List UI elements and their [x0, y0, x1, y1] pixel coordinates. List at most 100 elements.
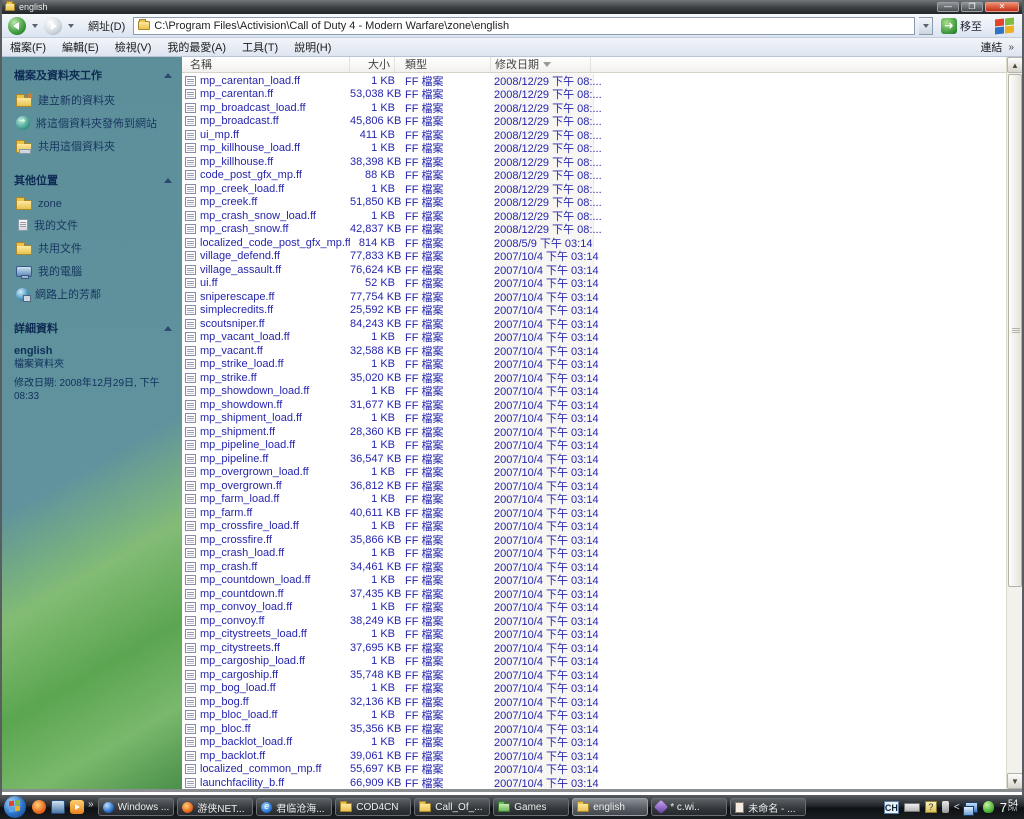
file-row[interactable]: mp_bloc_load.ff 1 KB FF 檔案 2007/10/4 下午 …: [182, 709, 1006, 722]
taskbar-button[interactable]: 游侠NET...: [177, 798, 254, 816]
chevron-right-icon[interactable]: »: [1008, 42, 1014, 53]
column-header-size[interactable]: 大小: [350, 57, 395, 72]
sidebar-item[interactable]: 我的文件: [16, 217, 172, 233]
taskbar-button[interactable]: COD4CN: [335, 798, 412, 816]
menu-item-5[interactable]: 說明(H): [294, 42, 331, 54]
address-dropdown-button[interactable]: [919, 16, 933, 35]
collapse-arrow-icon[interactable]: [164, 177, 172, 183]
menu-item-3[interactable]: 我的最愛(A): [167, 42, 226, 54]
vertical-scrollbar[interactable]: ▲ ▼: [1006, 57, 1022, 789]
forward-dropdown-icon[interactable]: [68, 23, 74, 28]
file-row[interactable]: mp_carentan.ff 53,038 KB FF 檔案 2008/12/2…: [182, 88, 1006, 101]
sidebar-section-header[interactable]: 詳細資料: [14, 320, 172, 336]
file-row[interactable]: mp_backlot_load.ff 1 KB FF 檔案 2007/10/4 …: [182, 736, 1006, 749]
file-row[interactable]: ui.ff 52 KB FF 檔案 2007/10/4 下午 03:14: [182, 277, 1006, 290]
ff-file-icon: [185, 345, 196, 356]
file-row[interactable]: mp_shipment_load.ff 1 KB FF 檔案 2007/10/4…: [182, 412, 1006, 425]
close-button[interactable]: ✕: [985, 2, 1019, 12]
eject-icon[interactable]: [941, 801, 949, 813]
file-row[interactable]: mp_bog_load.ff 1 KB FF 檔案 2007/10/4 下午 0…: [182, 682, 1006, 695]
start-button[interactable]: [4, 796, 26, 818]
firefox-icon[interactable]: [32, 800, 46, 814]
folder-green-icon: [498, 800, 511, 812]
sidebar-item[interactable]: 網路上的芳鄰: [16, 286, 172, 302]
file-row[interactable]: launchfacility_b.ff 66,909 KB FF 檔案 2007…: [182, 776, 1006, 789]
scroll-up-button[interactable]: ▲: [1007, 57, 1022, 73]
taskbar-clock[interactable]: 7 54 PM: [1000, 799, 1018, 815]
file-row[interactable]: mp_killhouse_load.ff 1 KB FF 檔案 2008/12/…: [182, 142, 1006, 155]
network-tray-icon[interactable]: [962, 801, 978, 816]
messenger-icon[interactable]: [982, 801, 994, 813]
sidebar-section-header[interactable]: 檔案及資料夾工作: [14, 67, 172, 83]
quick-launch-overflow-icon[interactable]: »: [88, 799, 94, 810]
file-row[interactable]: mp_crash_snow.ff 42,837 KB FF 檔案 2008/12…: [182, 223, 1006, 236]
lang-indicator-icon[interactable]: CH: [883, 800, 899, 814]
taskbar-button[interactable]: Call_Of_...: [414, 798, 491, 816]
ie-icon: [261, 801, 273, 813]
folder-icon: [577, 800, 590, 812]
file-row[interactable]: mp_showdown_load.ff 1 KB FF 檔案 2007/10/4…: [182, 385, 1006, 398]
menu-item-0[interactable]: 檔案(F): [10, 42, 46, 54]
column-header-date[interactable]: 修改日期: [491, 57, 591, 72]
minimize-button[interactable]: —: [937, 2, 959, 12]
back-button[interactable]: [8, 16, 26, 35]
file-row[interactable]: mp_strike_load.ff 1 KB FF 檔案 2007/10/4 下…: [182, 358, 1006, 371]
taskbar-button[interactable]: 未命名 - ...: [730, 798, 807, 816]
file-row[interactable]: mp_vacant_load.ff 1 KB FF 檔案 2007/10/4 下…: [182, 331, 1006, 344]
title-bar[interactable]: english — ❐ ✕: [2, 0, 1022, 14]
links-toolbar[interactable]: 連結 »: [980, 39, 1014, 55]
file-row[interactable]: mp_farm_load.ff 1 KB FF 檔案 2007/10/4 下午 …: [182, 493, 1006, 506]
sidebar-item[interactable]: 共用這個資料夾: [16, 138, 172, 154]
help-icon[interactable]: ?: [924, 801, 937, 813]
media-player-icon[interactable]: [70, 800, 84, 814]
menu-item-1[interactable]: 編輯(E): [62, 42, 99, 54]
keyboard-icon[interactable]: [903, 802, 920, 812]
sidebar-section-header[interactable]: 其他位置: [14, 172, 172, 188]
sidebar-item[interactable]: 建立新的資料夾: [16, 92, 172, 108]
ff-file-icon: [185, 764, 196, 775]
taskbar-button[interactable]: Games: [493, 798, 570, 816]
shared-documents-icon: [16, 241, 32, 255]
sidebar-item[interactable]: 我的電腦: [16, 263, 172, 279]
forward-button[interactable]: [44, 16, 62, 35]
taskbar-button[interactable]: english: [572, 798, 649, 816]
file-row[interactable]: code_post_gfx_mp.ff 88 KB FF 檔案 2008/12/…: [182, 169, 1006, 182]
file-row[interactable]: mp_creek.ff 51,850 KB FF 檔案 2008/12/29 下…: [182, 196, 1006, 209]
window-title: english: [19, 2, 48, 12]
menu-item-2[interactable]: 檢視(V): [115, 42, 152, 54]
ff-file-icon: [185, 264, 196, 275]
scroll-thumb[interactable]: [1008, 74, 1022, 587]
taskbar-button[interactable]: Windows ...: [97, 798, 175, 816]
file-row[interactable]: localized_common_mp.ff 55,697 KB FF 檔案 2…: [182, 763, 1006, 776]
links-label: 連結: [980, 42, 1003, 54]
column-header-name[interactable]: 名稱: [182, 57, 350, 72]
collapse-arrow-icon[interactable]: <: [954, 802, 960, 813]
ff-file-icon: [185, 183, 196, 194]
go-button[interactable]: ➜ 移至: [941, 17, 982, 34]
file-row[interactable]: mp_crash_load.ff 1 KB FF 檔案 2007/10/4 下午…: [182, 547, 1006, 560]
collapse-arrow-icon[interactable]: [164, 325, 172, 331]
file-row[interactable]: mp_crossfire_load.ff 1 KB FF 檔案 2007/10/…: [182, 520, 1006, 533]
collapse-arrow-icon[interactable]: [164, 72, 172, 78]
file-row[interactable]: village_defend.ff 77,833 KB FF 檔案 2007/1…: [182, 250, 1006, 263]
file-row[interactable]: mp_convoy_load.ff 1 KB FF 檔案 2007/10/4 下…: [182, 601, 1006, 614]
sidebar-item[interactable]: 共用文件: [16, 240, 172, 256]
file-row[interactable]: mp_overgrown_load.ff 1 KB FF 檔案 2007/10/…: [182, 466, 1006, 479]
file-row[interactable]: mp_pipeline_load.ff 1 KB FF 檔案 2007/10/4…: [182, 439, 1006, 452]
file-row[interactable]: mp_cargoship_load.ff 1 KB FF 檔案 2007/10/…: [182, 655, 1006, 668]
scroll-down-button[interactable]: ▼: [1007, 773, 1022, 789]
column-header-type[interactable]: 類型: [395, 57, 491, 72]
file-row[interactable]: mp_broadcast.ff 45,806 KB FF 檔案 2008/12/…: [182, 115, 1006, 128]
file-row[interactable]: mp_citystreets_load.ff 1 KB FF 檔案 2007/1…: [182, 628, 1006, 641]
taskbar-button[interactable]: * c.wi..: [651, 798, 728, 816]
taskbar-button[interactable]: 君临沧海...: [256, 798, 333, 816]
show-desktop-icon[interactable]: [51, 800, 65, 814]
back-dropdown-icon[interactable]: [32, 23, 38, 28]
sidebar-item[interactable]: 將這個資料夾發佈到網站: [16, 115, 172, 131]
menu-item-4[interactable]: 工具(T): [242, 42, 278, 54]
file-row[interactable]: mp_countdown_load.ff 1 KB FF 檔案 2007/10/…: [182, 574, 1006, 587]
file-row[interactable]: simplecredits.ff 25,592 KB FF 檔案 2007/10…: [182, 304, 1006, 317]
address-input[interactable]: C:\Program Files\Activision\Call of Duty…: [133, 16, 915, 35]
maximize-button[interactable]: ❐: [961, 2, 983, 12]
sidebar-item[interactable]: zone: [16, 197, 172, 210]
